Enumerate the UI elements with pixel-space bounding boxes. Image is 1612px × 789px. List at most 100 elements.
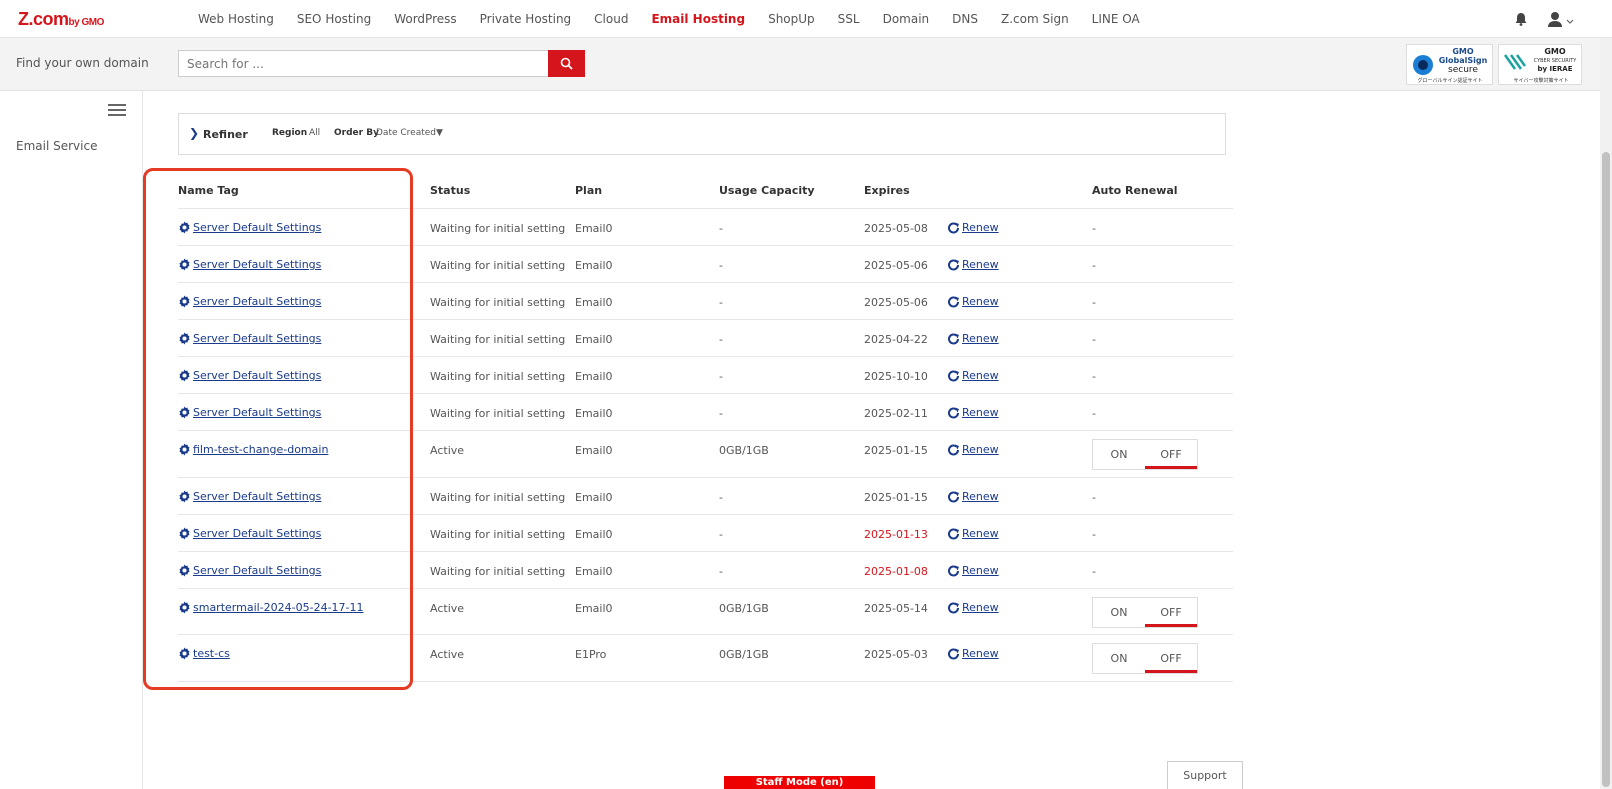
main-menu: Web Hosting SEO Hosting WordPress Private H…	[198, 0, 1163, 37]
toggle-off[interactable]: OFF	[1145, 598, 1197, 627]
expires-cell: 2025-05-14	[864, 602, 928, 615]
plan-cell: Email0	[575, 407, 613, 420]
refiner-title[interactable]: Refiner	[203, 128, 248, 141]
auto-renewal-cell: -	[1092, 528, 1096, 541]
renew-link[interactable]: Renew	[947, 647, 999, 660]
header-status: Status	[430, 184, 471, 197]
toggle-off[interactable]: OFF	[1145, 440, 1197, 469]
toggle-off[interactable]: OFF	[1145, 644, 1197, 673]
search-button[interactable]	[548, 50, 585, 77]
status-cell: Waiting for initial setting	[430, 259, 566, 272]
nav-item-shopup[interactable]: ShopUp	[768, 12, 815, 26]
expires-cell: 2025-05-06	[864, 259, 928, 272]
plan-cell: Email0	[575, 528, 613, 541]
auto-renewal-cell: -	[1092, 259, 1096, 272]
nav-item-web-hosting[interactable]: Web Hosting	[198, 12, 274, 26]
support-button[interactable]: Support	[1167, 761, 1243, 789]
ierae-l3: by IERAE	[1537, 65, 1573, 73]
auto-renewal-toggle[interactable]: ON OFF	[1092, 643, 1198, 674]
status-cell: Waiting for initial setting	[430, 491, 566, 504]
chevron-right-icon[interactable]: ❯	[189, 126, 199, 140]
plan-cell: Email0	[575, 491, 613, 504]
status-cell: Waiting for initial setting	[430, 528, 566, 541]
toggle-on[interactable]: ON	[1093, 644, 1145, 673]
renew-link[interactable]: Renew	[947, 443, 999, 456]
logo-sub: by GMO	[68, 17, 105, 28]
plan-cell: Email0	[575, 602, 613, 615]
refresh-icon	[948, 369, 959, 381]
order-by-value[interactable]: Date Created▼	[376, 128, 443, 138]
nav-item-line-oa[interactable]: LINE OA	[1092, 12, 1140, 26]
renew-label: Renew	[962, 601, 999, 614]
expires-cell: 2025-01-13	[864, 528, 928, 541]
search-label: Find your own domain	[16, 56, 149, 70]
expires-cell: 2025-01-08	[864, 565, 928, 578]
renew-label: Renew	[962, 647, 999, 660]
renew-link[interactable]: Renew	[947, 527, 999, 540]
renew-link[interactable]: Renew	[947, 564, 999, 577]
usage-cell: -	[719, 370, 723, 383]
nav-item-email-hosting[interactable]: Email Hosting	[651, 12, 745, 26]
renew-link[interactable]: Renew	[947, 406, 999, 419]
renew-link[interactable]: Renew	[947, 332, 999, 345]
expires-cell: 2025-05-08	[864, 222, 928, 235]
renew-link[interactable]: Renew	[947, 295, 999, 308]
renew-label: Renew	[962, 527, 999, 540]
renew-link[interactable]: Renew	[947, 369, 999, 382]
brand-logo[interactable]: Z.comby GMO	[18, 9, 104, 30]
nav-item-domain[interactable]: Domain	[883, 12, 930, 26]
sidebar: Email Service	[0, 91, 143, 789]
auto-renewal-toggle[interactable]: ON OFF	[1092, 439, 1198, 470]
plan-cell: Email0	[575, 370, 613, 383]
refresh-icon	[948, 332, 959, 344]
expires-cell: 2025-04-22	[864, 333, 928, 346]
ierae-l4: サイバー攻撃対策サイト	[1513, 78, 1569, 84]
refresh-icon	[948, 221, 959, 233]
header-plan: Plan	[575, 184, 603, 197]
plan-cell: Email0	[575, 444, 613, 457]
auto-renewal-cell: -	[1092, 565, 1096, 578]
nav-item-private-hosting[interactable]: Private Hosting	[480, 12, 572, 26]
usage-cell: 0GB/1GB	[719, 444, 769, 457]
plan-cell: Email0	[575, 222, 613, 235]
domain-search-input[interactable]	[178, 50, 549, 77]
usage-cell: -	[719, 259, 723, 272]
header-auto-renewal: Auto Renewal	[1092, 184, 1178, 197]
plan-cell: Email0	[575, 296, 613, 309]
auto-renewal-cell: -	[1092, 491, 1096, 504]
top-nav: Z.comby GMO Web Hosting SEO Hosting WordPr…	[0, 0, 1612, 38]
user-menu-icon[interactable]	[1548, 11, 1574, 27]
ierae-badge[interactable]: GMO CYBER SECURITY by IERAE サイバー攻撃対策サイト	[1498, 44, 1582, 85]
usage-cell: -	[719, 565, 723, 578]
renew-link[interactable]: Renew	[947, 490, 999, 503]
plan-cell: Email0	[575, 565, 613, 578]
refresh-icon	[948, 647, 959, 659]
search-icon	[560, 57, 573, 70]
sidebar-item-email-service[interactable]: Email Service	[16, 139, 97, 153]
hamburger-menu-icon[interactable]	[108, 104, 126, 116]
region-value[interactable]: All	[309, 128, 320, 138]
globalsign-badge[interactable]: GMO GlobalSign secure グローバルサイン認証サイト	[1406, 44, 1493, 85]
usage-cell: -	[719, 222, 723, 235]
vertical-scrollbar[interactable]	[1600, 38, 1612, 789]
nav-item-ssl[interactable]: SSL	[838, 12, 860, 26]
scrollbar-thumb[interactable]	[1602, 152, 1610, 787]
renew-label: Renew	[962, 369, 999, 382]
nav-item-dns[interactable]: DNS	[952, 12, 978, 26]
bell-icon[interactable]	[1514, 12, 1528, 26]
renew-link[interactable]: Renew	[947, 601, 999, 614]
renew-link[interactable]: Renew	[947, 258, 999, 271]
usage-cell: -	[719, 491, 723, 504]
nav-item-seo-hosting[interactable]: SEO Hosting	[297, 12, 371, 26]
refresh-icon	[948, 490, 959, 502]
nav-item-wordpress[interactable]: WordPress	[394, 12, 456, 26]
status-cell: Waiting for initial setting	[430, 565, 566, 578]
auto-renewal-toggle[interactable]: ON OFF	[1092, 597, 1198, 628]
refresh-icon	[948, 443, 959, 455]
toggle-on[interactable]: ON	[1093, 440, 1145, 469]
nav-item-z-com-sign[interactable]: Z.com Sign	[1001, 12, 1069, 26]
toggle-on[interactable]: ON	[1093, 598, 1145, 627]
nav-item-cloud[interactable]: Cloud	[594, 12, 628, 26]
header-usage-capacity: Usage Capacity	[719, 184, 815, 197]
renew-link[interactable]: Renew	[947, 221, 999, 234]
